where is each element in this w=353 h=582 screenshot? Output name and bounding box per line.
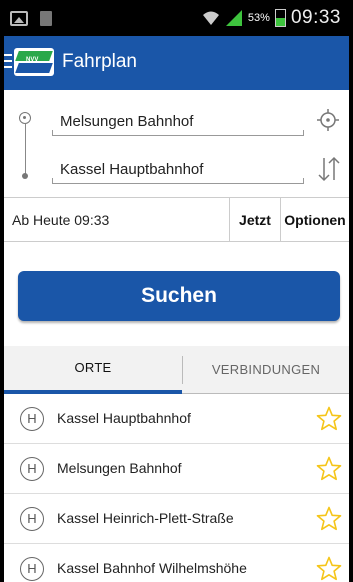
place-name: Kassel Heinrich-Plett-Straße — [57, 510, 234, 526]
app-bar: NVV Fahrplan — [4, 36, 349, 90]
departure-time-row: Ab Heute 09:33 Jetzt Optionen — [4, 198, 349, 242]
app-screen: 53% 09:33 NVV Fahrplan Melsungen Bahnhof — [4, 4, 349, 582]
list-item[interactable]: H Melsungen Bahnhof — [4, 444, 349, 494]
destination-field[interactable]: Kassel Hauptbahnhof — [52, 154, 304, 184]
options-button[interactable]: Optionen — [281, 198, 349, 242]
gallery-notification-icon — [10, 11, 28, 26]
route-connector — [24, 124, 26, 174]
origin-field[interactable]: Melsungen Bahnhof — [52, 106, 304, 136]
list-item[interactable]: H Kassel Heinrich-Plett-Straße — [4, 494, 349, 544]
search-button[interactable]: Suchen — [18, 271, 340, 321]
origin-value: Melsungen Bahnhof — [60, 113, 194, 130]
departure-time[interactable]: Ab Heute 09:33 — [12, 212, 109, 228]
star-outline-icon[interactable] — [316, 456, 342, 482]
place-name: Melsungen Bahnhof — [57, 460, 182, 476]
app-title: Fahrplan — [62, 51, 137, 72]
status-bar: 53% 09:33 — [4, 4, 349, 36]
swap-arrows-icon[interactable] — [317, 156, 341, 182]
h-stop-icon: H — [20, 557, 44, 581]
nvv-logo[interactable]: NVV — [14, 48, 54, 76]
star-outline-icon[interactable] — [316, 406, 342, 432]
list-item[interactable]: H Kassel Hauptbahnhof — [4, 394, 349, 444]
h-stop-icon: H — [20, 407, 44, 431]
search-area: Suchen — [4, 242, 349, 346]
places-list: H Kassel Hauptbahnhof H Melsungen Bahnho… — [4, 394, 349, 582]
place-name: Kassel Bahnhof Wilhelmshöhe — [57, 560, 247, 576]
wifi-icon — [202, 11, 219, 25]
star-outline-icon[interactable] — [316, 556, 342, 582]
h-stop-icon: H — [20, 507, 44, 531]
origin-pin-icon — [19, 112, 31, 124]
route-form: Melsungen Bahnhof Kassel Hauptbahnhof — [4, 90, 349, 198]
tab-verbindungen[interactable]: VERBINDUNGEN — [183, 346, 349, 394]
menu-icon[interactable] — [4, 54, 12, 68]
tab-bar: ORTE VERBINDUNGEN — [4, 346, 349, 394]
h-stop-icon: H — [20, 457, 44, 481]
star-outline-icon[interactable] — [316, 506, 342, 532]
clock: 09:33 — [290, 7, 341, 28]
tab-orte[interactable]: ORTE — [4, 346, 182, 394]
now-button[interactable]: Jetzt — [229, 198, 281, 242]
destination-value: Kassel Hauptbahnhof — [60, 161, 204, 178]
battery-percent: 53% — [247, 12, 270, 24]
crosshair-icon[interactable] — [317, 109, 339, 131]
signal-icon — [225, 10, 242, 26]
place-name: Kassel Hauptbahnhof — [57, 410, 191, 426]
destination-dot-icon — [22, 173, 28, 179]
list-item[interactable]: H Kassel Bahnhof Wilhelmshöhe — [4, 544, 349, 582]
battery-icon — [274, 9, 286, 27]
message-notification-icon — [40, 11, 52, 26]
